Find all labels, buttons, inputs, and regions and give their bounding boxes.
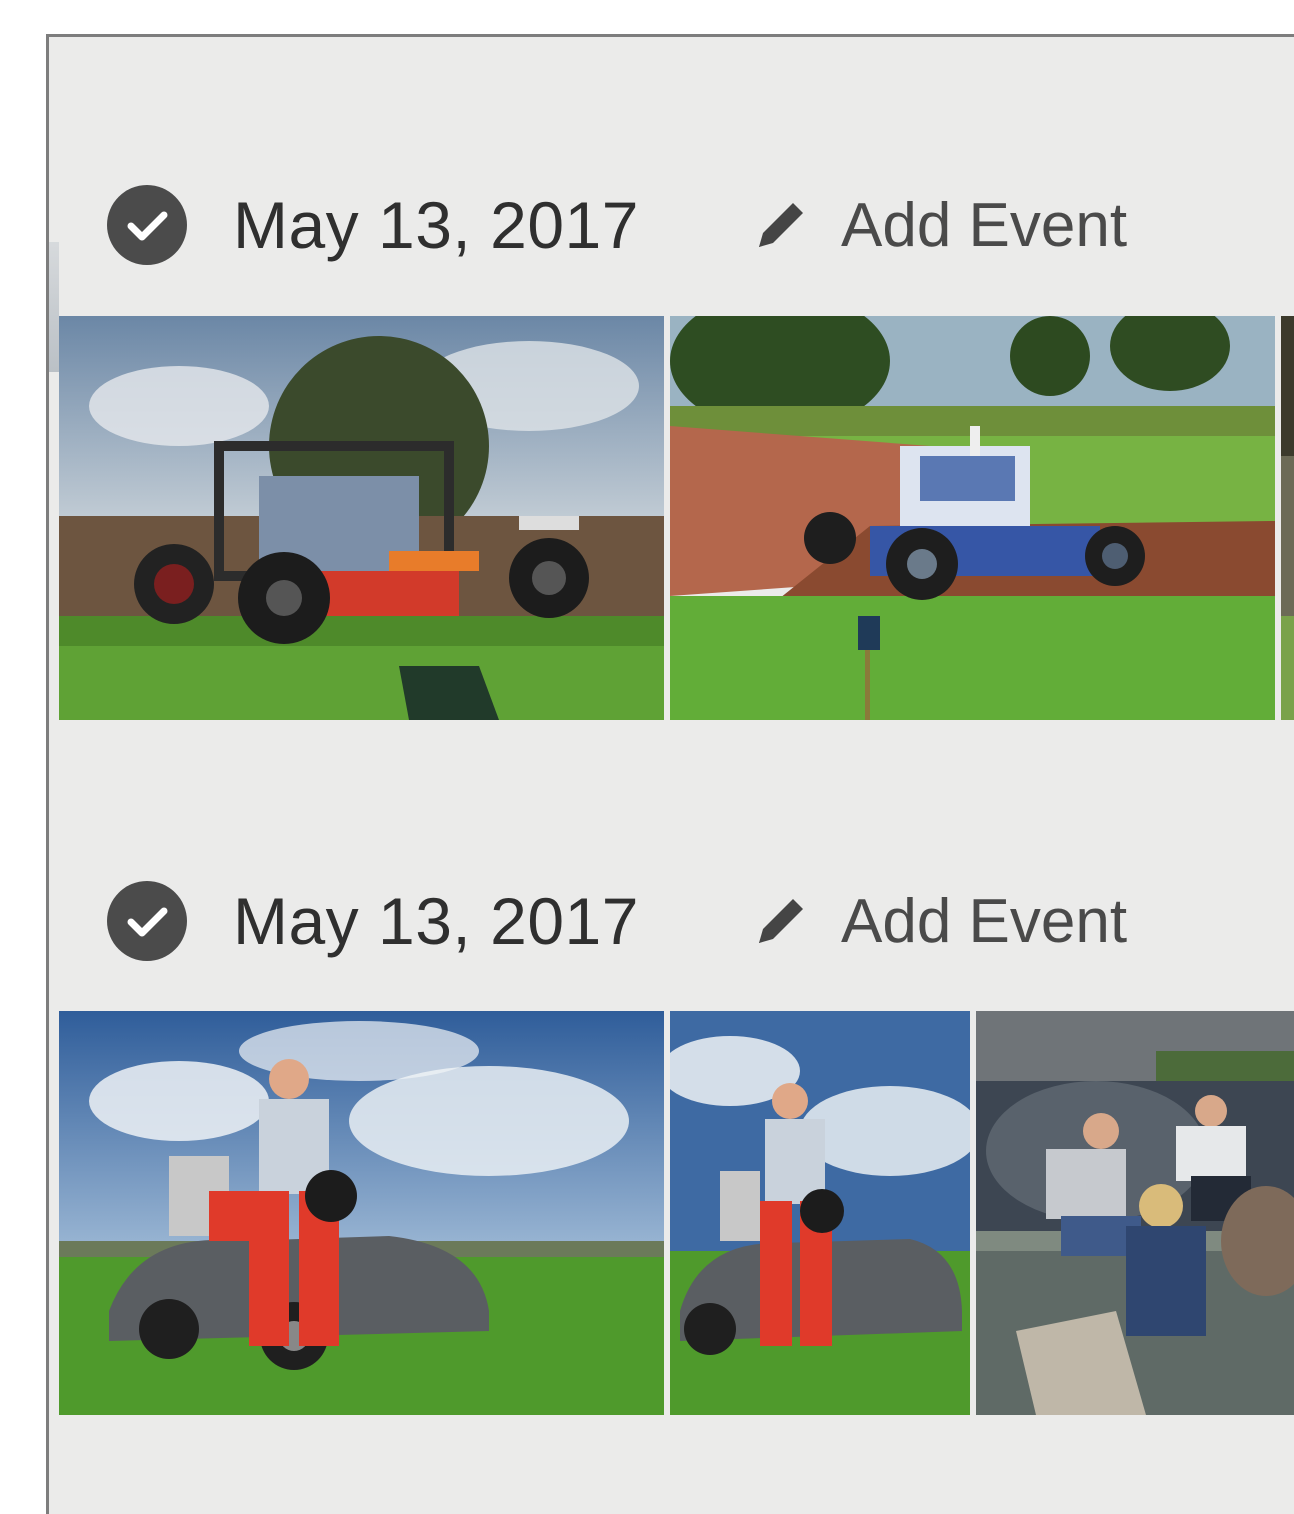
photo-thumbnail[interactable]: [976, 1011, 1294, 1415]
date-group-header: May 13, 2017 Add Event: [49, 866, 1294, 976]
date-group-header: May 13, 2017 Add Event: [49, 170, 1294, 280]
photo-row: [59, 316, 1294, 720]
check-circle-icon[interactable]: [107, 185, 187, 265]
photo-thumbnail[interactable]: [1281, 316, 1294, 720]
photo-thumbnail[interactable]: [59, 1011, 664, 1415]
photo-timeline-panel: May 13, 2017 Add Event May 13, 2017 Add …: [46, 34, 1294, 1514]
photo-thumbnail[interactable]: [670, 316, 1275, 720]
photo-thumbnail[interactable]: [670, 1011, 970, 1415]
group-date: May 13, 2017: [233, 188, 639, 262]
photo-row: [59, 1011, 1294, 1415]
add-event-label: Add Event: [841, 190, 1128, 260]
add-event-label: Add Event: [841, 886, 1128, 956]
add-event-button[interactable]: Add Event: [749, 190, 1127, 261]
add-event-button[interactable]: Add Event: [749, 886, 1127, 957]
pencil-icon: [759, 203, 803, 247]
group-date: May 13, 2017: [233, 884, 639, 958]
pencil-icon: [759, 899, 803, 943]
photo-thumbnail[interactable]: [59, 316, 664, 720]
check-circle-icon[interactable]: [107, 881, 187, 961]
